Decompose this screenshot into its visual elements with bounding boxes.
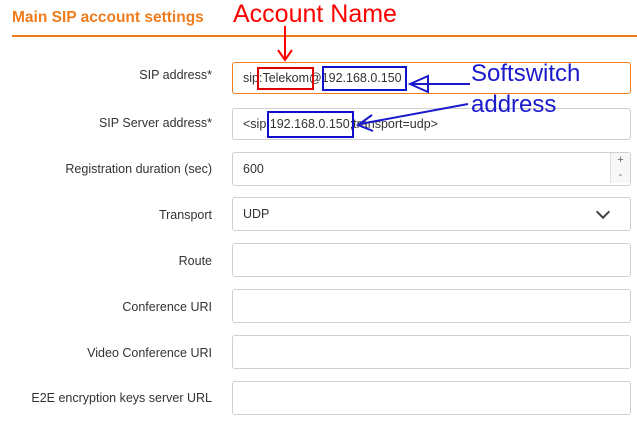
route-input[interactable] bbox=[232, 243, 631, 277]
e2e-keys-server-url-label: E2E encryption keys server URL bbox=[31, 391, 212, 405]
video-conference-uri-label: Video Conference URI bbox=[87, 346, 212, 360]
red-arrow-head bbox=[277, 49, 293, 62]
route-label: Route bbox=[178, 254, 212, 268]
transport-selected-value: UDP bbox=[243, 207, 270, 221]
conference-uri-label: Conference URI bbox=[122, 300, 212, 314]
stepper-controls: + - bbox=[610, 153, 630, 183]
video-conference-uri-input[interactable] bbox=[232, 335, 631, 369]
account-name-annotation: Account Name bbox=[233, 0, 397, 28]
transport-select[interactable]: UDP bbox=[232, 197, 631, 231]
e2e-keys-server-url-input[interactable] bbox=[232, 381, 631, 415]
sip-server-address-label: SIP Server address* bbox=[98, 116, 212, 130]
section-title: Main SIP account settings bbox=[12, 9, 204, 26]
account-name-highlight-box bbox=[257, 67, 314, 90]
transport-label: Transport bbox=[158, 208, 212, 222]
softswitch-highlight-box-sip bbox=[322, 66, 407, 91]
softswitch-annotation-line1: Softswitch bbox=[471, 60, 581, 87]
registration-duration-stepper[interactable]: 600 + - bbox=[232, 152, 631, 186]
increment-button[interactable]: + bbox=[611, 153, 630, 168]
softswitch-highlight-box-server bbox=[267, 111, 354, 138]
decrement-button[interactable]: - bbox=[611, 168, 630, 183]
section-divider bbox=[12, 35, 637, 37]
softswitch-annotation-line2: address bbox=[471, 91, 557, 118]
chevron-down-icon bbox=[595, 204, 611, 220]
conference-uri-input[interactable] bbox=[232, 289, 631, 323]
registration-duration-label: Registration duration (sec) bbox=[65, 162, 212, 176]
registration-duration-value: 600 bbox=[243, 162, 264, 176]
sip-address-label: SIP address* bbox=[139, 68, 212, 82]
